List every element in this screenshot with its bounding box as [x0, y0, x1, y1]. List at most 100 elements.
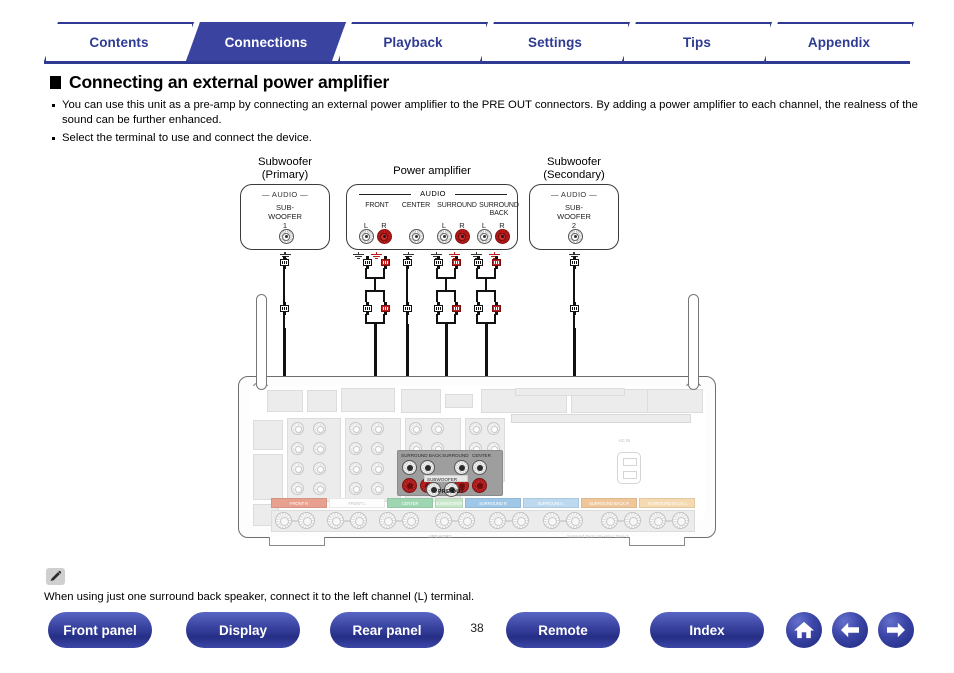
amp-jack-surround-back-l [476, 229, 492, 244]
speaker-strip: SUBWOOFER [435, 498, 463, 508]
intro-bullets: You can use this unit as a pre-amp by co… [50, 98, 922, 149]
speaker-strip: SURROUND R [465, 498, 521, 508]
front-panel-button[interactable]: Front panel [48, 612, 152, 648]
bullet-item: You can use this unit as a pre-amp by co… [50, 98, 922, 128]
pre-out-jack [454, 460, 469, 475]
pre-out-jack [402, 460, 417, 475]
speaker-strip: SURROUND BACK L [639, 498, 695, 508]
pre-out-jack [472, 460, 487, 475]
rear-jack [313, 422, 326, 435]
remote-button[interactable]: Remote [506, 612, 620, 648]
subwoofer-primary-rca-jack [278, 229, 294, 244]
panel-block [341, 388, 395, 412]
power-amplifier-title: Power amplifier [393, 165, 471, 177]
rear-panel-button[interactable]: Rear panel [330, 612, 444, 648]
cable-sback-right-leg2 [494, 290, 497, 302]
amp-jack-front-l [358, 229, 374, 244]
rear-jack [349, 482, 362, 495]
panel-block [253, 454, 283, 500]
manual-page: Contents Connections Playback Settings T… [0, 0, 954, 673]
speaker-strip-label: FRONT R [289, 500, 309, 506]
page-number: 38 [470, 621, 484, 635]
tab-contents[interactable]: Contents [44, 22, 194, 61]
cable-surround-left-leg2 [436, 290, 439, 302]
index-button-label: Index [689, 622, 725, 638]
speaker-strip: CENTER [387, 498, 433, 508]
speaker-strip-label: SURROUND BACK L [647, 500, 687, 506]
speaker-terminal-pair [543, 512, 583, 529]
subwoofer-secondary-jack-label: SUB- WOOFER 2 [557, 203, 591, 230]
speaker-terminal-pair [435, 512, 475, 529]
rear-jack [431, 422, 444, 435]
tab-appendix[interactable]: Appendix [764, 22, 914, 61]
rear-jack [371, 482, 384, 495]
cable-surround-right-leg2 [454, 290, 457, 302]
cable-subwoofer-2 [573, 268, 576, 304]
page-title-text: Connecting an external power amplifier [69, 72, 390, 92]
index-button[interactable]: Index [650, 612, 764, 648]
pre-out-jack [420, 460, 435, 475]
speaker-strip-label: SUBWOOFER [435, 500, 463, 506]
rear-panel-button-label: Rear panel [352, 622, 422, 638]
channel-label-surround: SURROUND [437, 202, 477, 209]
amp-jack-surround-back-r [494, 229, 510, 244]
pre-out-subwoofer-strip: SUBWOOFER [424, 475, 468, 482]
cable-subwoofer-1 [283, 268, 286, 304]
speaker-terminal-pair [601, 512, 641, 529]
tab-settings[interactable]: Settings [480, 22, 630, 61]
speaker-strip: SURROUND L [523, 498, 579, 508]
rear-jack [291, 462, 304, 475]
speaker-terminal-pair [489, 512, 529, 529]
power-amplifier-audio-rule: AUDIO [359, 189, 507, 198]
remote-button-label: Remote [538, 622, 588, 638]
power-amplifier-audio-label: AUDIO [417, 189, 449, 198]
rear-jack [349, 462, 362, 475]
panel-block [445, 394, 473, 408]
speaker-strip-label: SURROUND BACK R [589, 500, 629, 506]
section-marker-icon [50, 76, 61, 89]
rear-panel-surface: AC IN SURROUND BACK SURROUND CENTER SUBW… [249, 386, 705, 539]
av-receiver-rear-panel: AC IN SURROUND BACK SURROUND CENTER SUBW… [238, 376, 716, 546]
tab-bar: Contents Connections Playback Settings T… [44, 22, 910, 64]
speaker-strip-label: SURROUND R [479, 500, 507, 506]
front-panel-button-label: Front panel [63, 622, 137, 638]
rear-jack [313, 442, 326, 455]
display-button[interactable]: Display [186, 612, 300, 648]
receiver-foot [629, 537, 685, 546]
panel-block [267, 390, 303, 412]
page-title: Connecting an external power amplifier [50, 72, 389, 93]
panel-block [253, 420, 283, 450]
rear-jack [291, 422, 304, 435]
home-icon[interactable] [786, 612, 822, 648]
rear-jack [409, 422, 422, 435]
pre-out-label-surround-back: SURROUND BACK [401, 453, 442, 458]
bullet-item: Select the terminal to use and connect t… [50, 131, 922, 146]
panel-block [647, 389, 703, 413]
tab-tips[interactable]: Tips [622, 22, 772, 61]
subwoofer-secondary-box: — AUDIO — SUB- WOOFER 2 [529, 184, 619, 250]
tab-playback-label: Playback [383, 35, 443, 50]
cable-sback-left-leg2 [476, 290, 479, 302]
subwoofer-primary-box: — AUDIO — SUB- WOOFER 1 [240, 184, 330, 250]
back-arrow-icon[interactable] [832, 612, 868, 648]
tab-contents-label: Contents [89, 35, 149, 50]
tab-playback[interactable]: Playback [338, 22, 488, 61]
rear-jack [349, 422, 362, 435]
display-button-label: Display [218, 622, 268, 638]
tab-connections[interactable]: Connections [186, 22, 346, 61]
pencil-icon [46, 568, 65, 585]
speaker-strip-label: CENTER [401, 500, 419, 506]
subwoofer-primary-jack-label: SUB- WOOFER 1 [268, 203, 302, 230]
pre-out-caption: PRE OUT [438, 489, 465, 495]
rear-jack [349, 442, 362, 455]
cable-sback-trunk [485, 277, 488, 291]
pre-out-label-subwoofer: SUBWOOFER [427, 476, 458, 482]
rear-jack [313, 462, 326, 475]
cable-front-right-leg2 [383, 290, 386, 302]
rear-jack [469, 422, 482, 435]
channel-label-center: CENTER [401, 202, 431, 209]
subwoofer-primary-audio-label: — AUDIO — [261, 190, 309, 199]
forward-arrow-icon[interactable] [878, 612, 914, 648]
tab-connections-label: Connections [224, 35, 308, 50]
panel-block [515, 388, 625, 396]
